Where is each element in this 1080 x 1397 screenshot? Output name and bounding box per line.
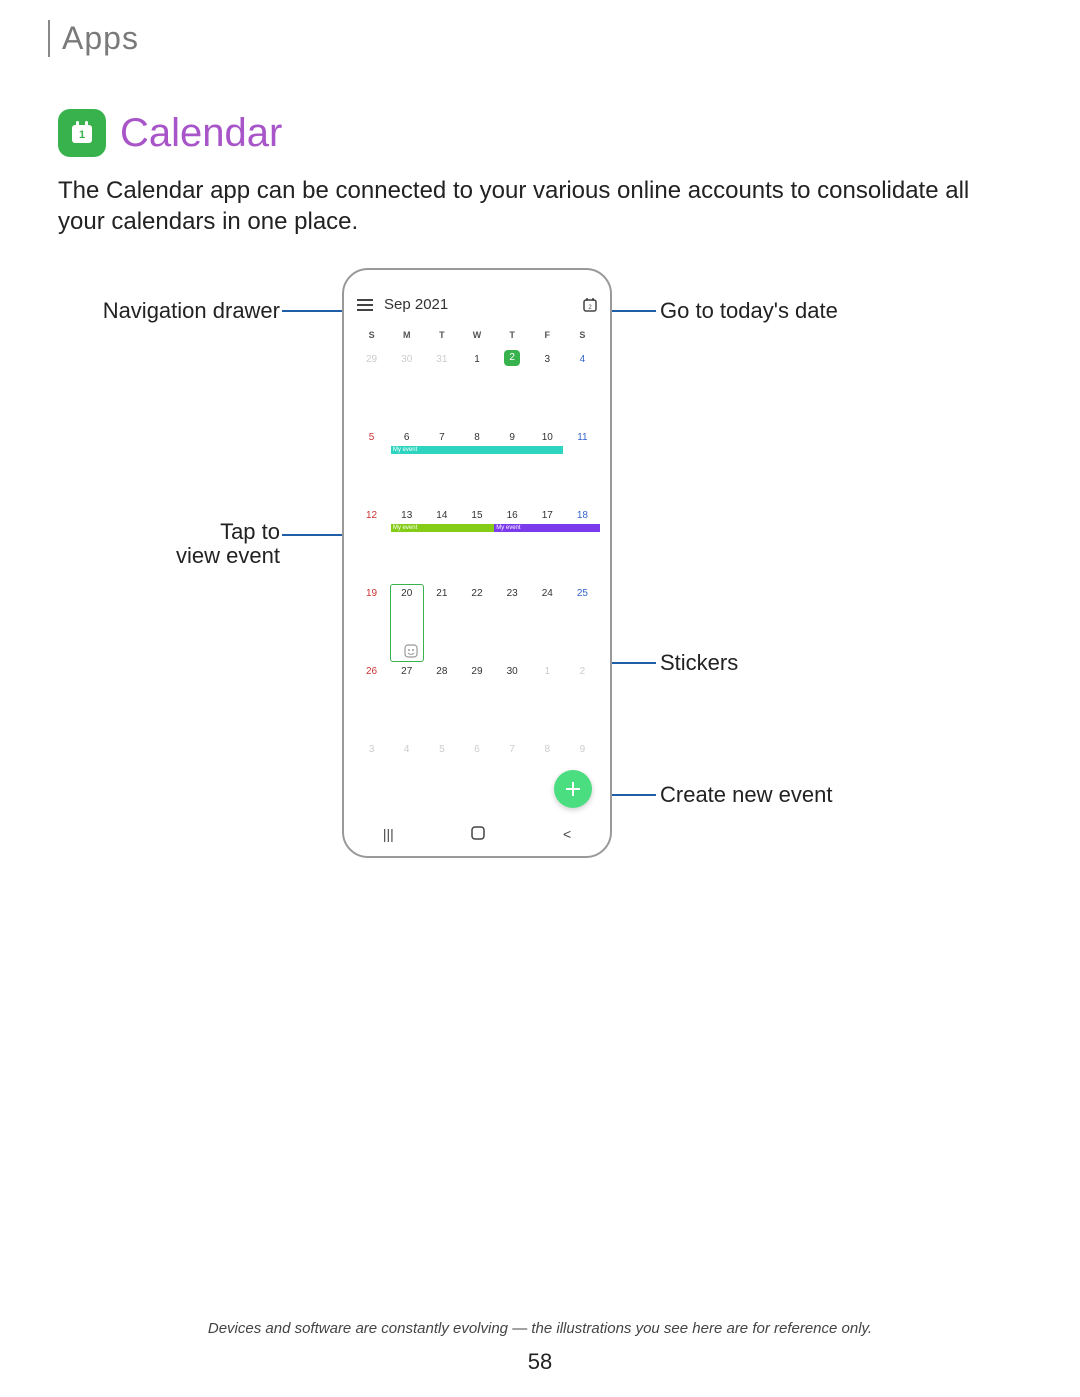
dow-header: W [459,330,494,350]
phone-navbar: ||| < [344,820,610,848]
calendar-grid[interactable]: SMTWTFS2930311234567891011My event121314… [354,330,600,818]
calendar-day-cell[interactable]: 16 [495,506,530,584]
calendar-week-row: 262728293012 [354,662,600,740]
recents-button[interactable]: ||| [383,826,394,842]
callout-nav-drawer: Navigation drawer [0,298,280,324]
back-button[interactable]: < [563,826,571,842]
calendar-day-cell[interactable]: 1 [530,662,565,740]
calendar-day-cell[interactable]: 29 [459,662,494,740]
dow-header: T [495,330,530,350]
app-heading: 1 Calendar [58,109,1080,157]
calendar-day-cell[interactable]: 6 [459,740,494,818]
app-name: Calendar [120,111,282,156]
svg-text:1: 1 [79,129,85,141]
calendar-day-cell[interactable]: 19 [354,584,389,662]
calendar-day-cell[interactable]: 18 [565,506,600,584]
calendar-day-cell[interactable]: 10 [530,428,565,506]
calendar-day-cell[interactable]: 22 [459,584,494,662]
calendar-day-cell[interactable]: 28 [424,662,459,740]
calendar-day-cell[interactable]: 29 [354,350,389,428]
callout-tap-view: Tap to view event [0,520,280,568]
calendar-day-cell[interactable]: 11 [565,428,600,506]
calendar-day-cell[interactable]: 1 [459,350,494,428]
create-event-fab[interactable] [554,770,592,808]
calendar-day-cell[interactable]: 17 [530,506,565,584]
calendar-day-cell[interactable]: 2 [565,662,600,740]
dow-header: F [530,330,565,350]
calendar-week-row: 2930311234 [354,350,600,428]
dow-header: S [354,330,389,350]
calendar-day-cell[interactable]: 4 [389,740,424,818]
calendar-day-cell[interactable]: 12 [354,506,389,584]
footer-note: Devices and software are constantly evol… [0,1320,1080,1337]
home-button[interactable] [471,826,485,843]
plus-icon [565,781,581,797]
illustration-figure: Navigation drawer Tap to view event Go t… [0,268,1080,888]
page-header: Apps [0,0,1080,57]
calendar-day-cell[interactable]: 4 [565,350,600,428]
callout-create: Create new event [660,782,832,808]
calendar-day-cell[interactable]: 21 [424,584,459,662]
calendar-app-icon: 1 [58,109,106,157]
calendar-day-cell[interactable]: 27 [389,662,424,740]
callout-go-today: Go to today's date [660,298,838,324]
sticker-icon[interactable] [404,644,418,658]
app-description: The Calendar app can be connected to you… [58,175,1022,237]
phone-mockup: Sep 2021 2 SMTWTFS2930311234567891011My … [342,268,612,858]
calendar-day-cell[interactable]: 15 [459,506,494,584]
callout-stickers: Stickers [660,650,738,676]
dow-header: S [565,330,600,350]
calendar-day-cell[interactable]: 3 [530,350,565,428]
hamburger-icon[interactable] [356,298,374,312]
calendar-day-cell[interactable]: 2 [495,350,530,428]
calendar-day-cell[interactable]: 7 [495,740,530,818]
calendar-day-cell[interactable]: 25 [565,584,600,662]
calendar-day-cell[interactable]: 24 [530,584,565,662]
calendar-day-cell[interactable]: 7 [424,428,459,506]
calendar-day-cell[interactable]: 31 [424,350,459,428]
calendar-day-cell[interactable]: 30 [389,350,424,428]
dow-header: T [424,330,459,350]
svg-text:2: 2 [588,305,592,311]
calendar-day-cell[interactable]: 8 [459,428,494,506]
calendar-day-cell[interactable]: 13 [389,506,424,584]
calendar-day-cell[interactable]: 5 [354,428,389,506]
calendar-day-cell[interactable]: 3 [354,740,389,818]
today-icon[interactable]: 2 [582,297,598,313]
dow-header: M [389,330,424,350]
section-title: Apps [62,20,1080,57]
event-bar[interactable]: My event [391,446,563,454]
calendar-day-cell[interactable]: 9 [495,428,530,506]
calendar-week-row: 19202122232425 [354,584,600,662]
calendar-day-cell[interactable]: 26 [354,662,389,740]
calendar-day-cell[interactable]: 5 [424,740,459,818]
calendar-day-cell[interactable]: 14 [424,506,459,584]
page-number: 58 [0,1349,1080,1375]
month-label[interactable]: Sep 2021 [384,296,582,313]
event-bar[interactable]: My event [391,524,494,532]
calendar-day-cell[interactable]: 6 [389,428,424,506]
calendar-day-cell[interactable]: 30 [495,662,530,740]
calendar-week-row: 567891011My event [354,428,600,506]
calendar-day-cell[interactable]: 23 [495,584,530,662]
calendar-week-row: 12131415161718My eventMy event [354,506,600,584]
event-bar[interactable]: My event [494,524,600,532]
